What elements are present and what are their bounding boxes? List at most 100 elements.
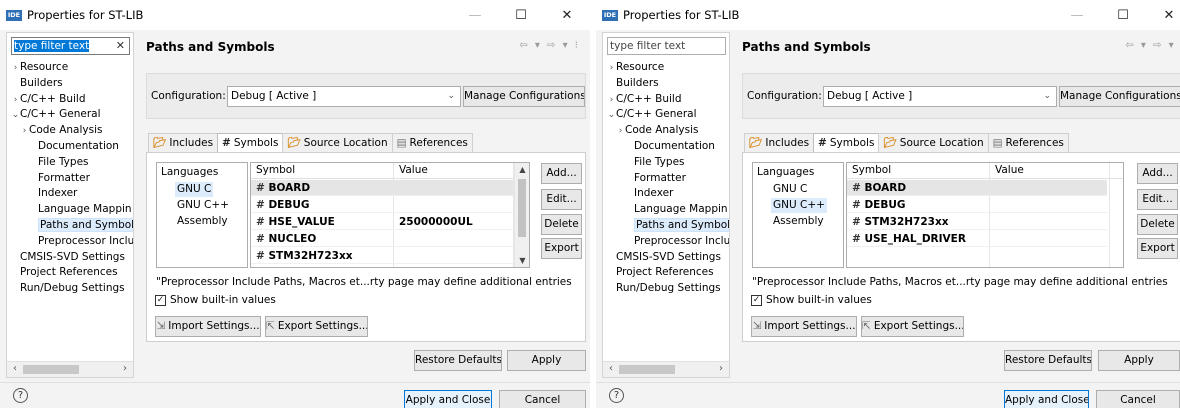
expand-chevron-icon[interactable]: ›	[616, 124, 625, 140]
tab-includes[interactable]: 📂︎ Includes	[148, 133, 219, 153]
tab-includes[interactable]: 📂︎ Includes	[744, 133, 815, 153]
expand-chevron-icon[interactable]: ›	[607, 61, 616, 77]
help-icon[interactable]: ?	[13, 388, 28, 403]
horizontal-scrollbar[interactable]: ‹ ›	[603, 361, 729, 377]
expand-chevron-icon[interactable]: ›	[11, 61, 20, 77]
restore-defaults-button[interactable]: Restore Defaults	[414, 350, 502, 371]
tree-item[interactable]: Project References	[11, 265, 133, 281]
table-row[interactable]: # HSE_VALUE 25000000UL	[251, 214, 513, 230]
scroll-thumb[interactable]	[619, 365, 675, 374]
scroll-up-icon[interactable]: ▲	[515, 165, 529, 174]
cancel-button[interactable]: Cancel	[499, 390, 586, 408]
table-row[interactable]: # STM32H723xx	[847, 214, 1107, 230]
tab-references[interactable]: ▤ References	[391, 133, 473, 153]
tab-references[interactable]: ▤ References	[987, 133, 1069, 153]
tree-item[interactable]: Preprocessor Inclu	[11, 234, 133, 250]
tree-item[interactable]: Formatter	[607, 171, 729, 187]
tree-item[interactable]: CMSIS-SVD Settings	[607, 250, 729, 266]
minimize-button[interactable]: —	[452, 8, 498, 23]
check-icon[interactable]: ✓	[155, 294, 166, 306]
table-row[interactable]: # STM32H723xx	[251, 248, 513, 264]
table-row[interactable]: # NUCLEO	[251, 231, 513, 247]
language-item-gnu-cpp[interactable]: GNU C++	[175, 198, 231, 213]
tab-symbols[interactable]: # Symbols	[217, 133, 284, 154]
table-row[interactable]: # DEBUG	[847, 197, 1107, 213]
languages-list[interactable]: Languages GNU C GNU C++ Assembly	[752, 162, 844, 268]
languages-list[interactable]: Languages GNU C GNU C++ Assembly	[156, 162, 248, 268]
tree-item[interactable]: Project References	[607, 265, 729, 281]
minimize-button[interactable]: —	[1054, 8, 1100, 23]
configuration-select[interactable]: Debug [ Active ] ⌄	[823, 86, 1057, 107]
language-item-assembly[interactable]: Assembly	[175, 214, 230, 229]
tree-item[interactable]: CMSIS-SVD Settings	[11, 250, 133, 266]
scroll-right-icon[interactable]: ›	[118, 363, 132, 374]
tree-item[interactable]: Documentation	[607, 139, 729, 155]
history-nav-icons[interactable]: ⇦ ▾ ⇨ ▾ ⁝	[519, 40, 580, 51]
add-button[interactable]: Add...	[1137, 163, 1178, 184]
delete-button[interactable]: Delete	[541, 214, 582, 235]
expand-chevron-icon[interactable]: ⌄	[607, 108, 616, 124]
scroll-right-icon[interactable]: ›	[714, 363, 728, 374]
edit-button[interactable]: Edit...	[1137, 189, 1178, 210]
tree-item[interactable]: Preprocessor Inclu	[607, 234, 729, 250]
expand-chevron-icon[interactable]: ⌄	[11, 108, 20, 124]
close-button[interactable]: ✕	[544, 8, 590, 23]
filter-input[interactable]: type filter text	[607, 37, 726, 55]
table-row[interactable]: # BOARD	[847, 180, 1107, 196]
scroll-left-icon[interactable]: ‹	[604, 363, 618, 374]
tree-item[interactable]: Run/Debug Settings	[607, 281, 729, 297]
tree-item[interactable]: Language Mappin	[11, 202, 133, 218]
tree-item[interactable]: › Resource	[11, 60, 133, 76]
scroll-thumb[interactable]	[23, 365, 79, 374]
value-column-header[interactable]: Value	[399, 164, 428, 176]
tree-item[interactable]: ⌄C/C++ General	[11, 107, 133, 123]
show-builtin-checkbox[interactable]: ✓ Show built-in values	[751, 294, 872, 306]
symbol-column-header[interactable]: Symbol	[852, 164, 891, 176]
tree-item[interactable]: Builders	[11, 76, 133, 92]
scroll-left-icon[interactable]: ‹	[8, 363, 22, 374]
maximize-button[interactable]: ☐	[1100, 8, 1146, 23]
vertical-scrollbar[interactable]: ▲ ▼	[514, 163, 529, 267]
apply-button[interactable]: Apply	[1098, 350, 1180, 371]
tree-item[interactable]: › C/C++ Build	[607, 92, 729, 108]
symbol-column-header[interactable]: Symbol	[256, 164, 295, 176]
help-icon[interactable]: ?	[609, 388, 624, 403]
expand-chevron-icon[interactable]: ›	[607, 93, 616, 109]
language-item-assembly[interactable]: Assembly	[771, 214, 826, 229]
tree-item[interactable]: Indexer	[607, 186, 729, 202]
export-button[interactable]: Export	[541, 238, 582, 259]
tree-item[interactable]: Indexer	[11, 186, 133, 202]
expand-chevron-icon[interactable]: ›	[20, 124, 29, 140]
tree-item[interactable]: Paths and Symbols	[607, 217, 729, 234]
tree-item[interactable]: › Code Analysis	[11, 123, 133, 139]
restore-defaults-button[interactable]: Restore Defaults	[1004, 350, 1092, 371]
language-item-gnu-c[interactable]: GNU C	[175, 182, 214, 197]
export-settings-button[interactable]: ⇱ Export Settings...	[861, 316, 964, 337]
import-settings-button[interactable]: ⇲ Import Settings...	[751, 316, 857, 337]
table-row[interactable]: # BOARD	[251, 180, 513, 196]
manage-configurations-button[interactable]: Manage Configurations...	[1059, 86, 1180, 107]
tree-item[interactable]: File Types	[607, 155, 729, 171]
maximize-button[interactable]: ☐	[498, 8, 544, 23]
add-button[interactable]: Add...	[541, 163, 582, 184]
tab-source-location[interactable]: 📂︎ Source Location	[878, 133, 989, 153]
history-nav-icons[interactable]: ⇦ ▾ ⇨ ▾ ⁝	[1125, 40, 1180, 51]
delete-button[interactable]: Delete	[1137, 214, 1178, 235]
tree-item[interactable]: File Types	[11, 155, 133, 171]
tree-item[interactable]: Builders	[607, 76, 729, 92]
tree-item[interactable]: › C/C++ Build	[11, 92, 133, 108]
manage-configurations-button[interactable]: Manage Configurations...	[463, 86, 585, 107]
tree-item[interactable]: Formatter	[11, 171, 133, 187]
show-builtin-checkbox[interactable]: ✓ Show built-in values	[155, 294, 276, 306]
tree-item[interactable]: Documentation	[11, 139, 133, 155]
export-settings-button[interactable]: ⇱ Export Settings...	[265, 316, 368, 337]
filter-input[interactable]: type filter text ✕	[11, 37, 130, 55]
export-button[interactable]: Export	[1137, 238, 1178, 259]
edit-button[interactable]: Edit...	[541, 189, 582, 210]
horizontal-scrollbar[interactable]: ‹ ›	[7, 361, 133, 377]
check-icon[interactable]: ✓	[751, 294, 762, 306]
tree-item[interactable]: ⌄C/C++ General	[607, 107, 729, 123]
symbols-table[interactable]: Symbol Value # BOARD # DEBUG # HSE_VALUE 25…	[250, 162, 530, 268]
scroll-thumb[interactable]	[518, 179, 526, 237]
tab-source-location[interactable]: 📂︎ Source Location	[282, 133, 393, 153]
